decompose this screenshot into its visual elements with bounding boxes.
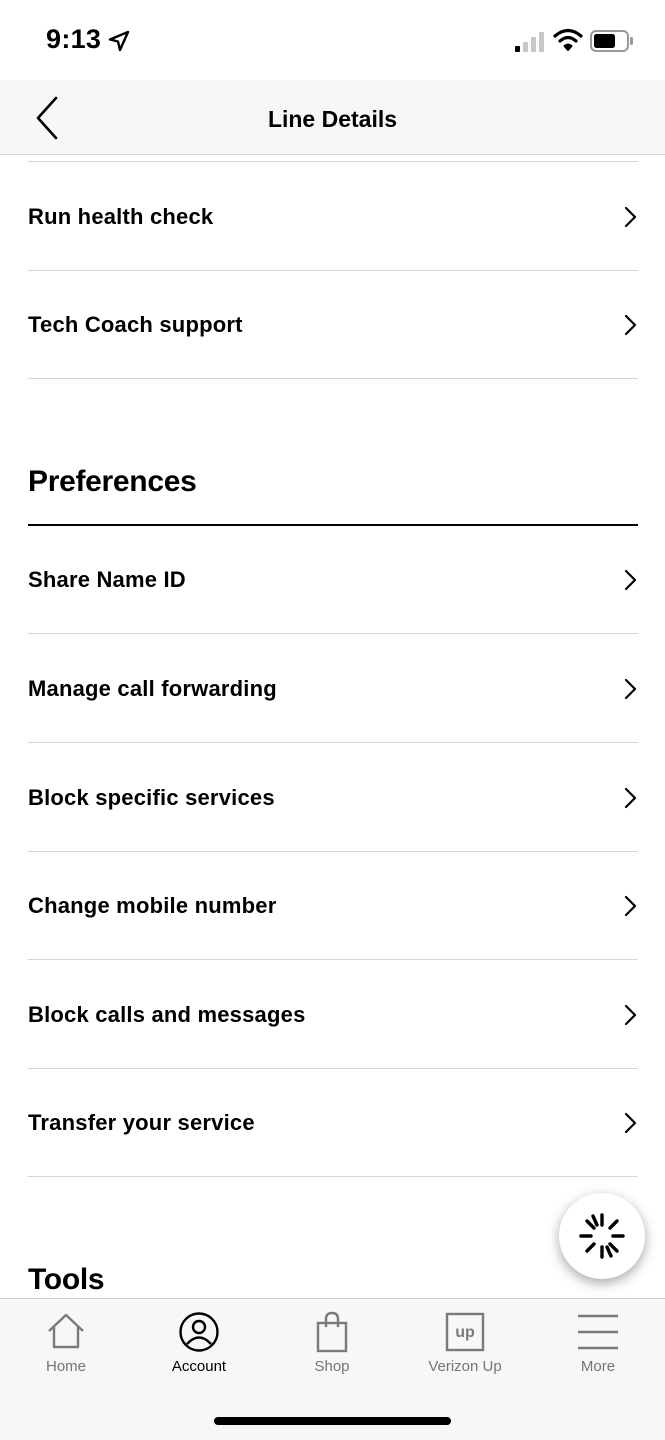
row-label: Block specific services [28, 784, 275, 810]
tab-label: Home [45, 1358, 86, 1375]
chevron-right-icon [624, 1004, 637, 1025]
share-name-id-row[interactable]: Share Name ID [28, 526, 638, 634]
wifi-icon [553, 28, 583, 51]
page-title: Line Details [267, 106, 398, 132]
menu-icon [578, 1314, 618, 1350]
chevron-right-icon [624, 678, 637, 699]
home-indicator [214, 1417, 451, 1425]
chat-assistant-button[interactable] [559, 1193, 645, 1279]
tools-heading: Tools [28, 1263, 105, 1296]
manage-call-forwarding-row[interactable]: Manage call forwarding [28, 635, 638, 743]
row-label: Share Name ID [28, 566, 186, 592]
cellular-signal-icon [515, 32, 544, 52]
row-label: Manage call forwarding [28, 675, 277, 701]
tab-label: More [580, 1358, 616, 1375]
change-mobile-number-row[interactable]: Change mobile number [28, 852, 638, 960]
divider [28, 161, 638, 162]
block-specific-services-row[interactable]: Block specific services [28, 744, 638, 852]
battery-icon [590, 30, 633, 52]
chevron-right-icon [624, 1112, 637, 1133]
run-health-check-row[interactable]: Run health check [28, 163, 638, 271]
chevron-right-icon [624, 895, 637, 916]
chevron-right-icon [624, 569, 637, 590]
row-label: Run health check [28, 203, 214, 229]
svg-text:up: up [455, 1324, 475, 1341]
chevron-right-icon [624, 787, 637, 808]
row-label: Block calls and messages [28, 1001, 306, 1027]
tab-more[interactable]: More [543, 1311, 653, 1381]
home-icon [48, 1313, 84, 1349]
tab-account[interactable]: Account [144, 1311, 254, 1381]
tab-label: Verizon Up [428, 1358, 502, 1375]
status-bar: 9:13 [0, 0, 665, 80]
row-label: Change mobile number [28, 892, 277, 918]
tab-home[interactable]: Home [11, 1311, 121, 1381]
chat-spark-icon [579, 1213, 625, 1259]
chevron-right-icon [624, 206, 637, 227]
preferences-heading: Preferences [28, 465, 197, 498]
nav-header: Line Details [0, 80, 665, 155]
block-calls-messages-row[interactable]: Block calls and messages [28, 961, 638, 1069]
row-label: Tech Coach support [28, 311, 243, 337]
shopping-bag-icon [316, 1311, 348, 1353]
tech-coach-support-row[interactable]: Tech Coach support [28, 271, 638, 379]
account-icon [179, 1312, 219, 1352]
tab-label: Account [171, 1358, 227, 1375]
chevron-right-icon [624, 314, 637, 335]
status-time: 9:13 [46, 24, 102, 54]
tab-shop[interactable]: Shop [277, 1311, 387, 1381]
row-label: Transfer your service [28, 1109, 255, 1135]
location-arrow-icon [108, 30, 130, 52]
tab-label: Shop [314, 1358, 350, 1375]
verizon-up-icon: up [445, 1312, 485, 1352]
tab-verizon-up[interactable]: up Verizon Up [410, 1311, 520, 1381]
transfer-service-row[interactable]: Transfer your service [28, 1069, 638, 1177]
content-area[interactable]: Run health check Tech Coach support Pref… [0, 155, 665, 1298]
